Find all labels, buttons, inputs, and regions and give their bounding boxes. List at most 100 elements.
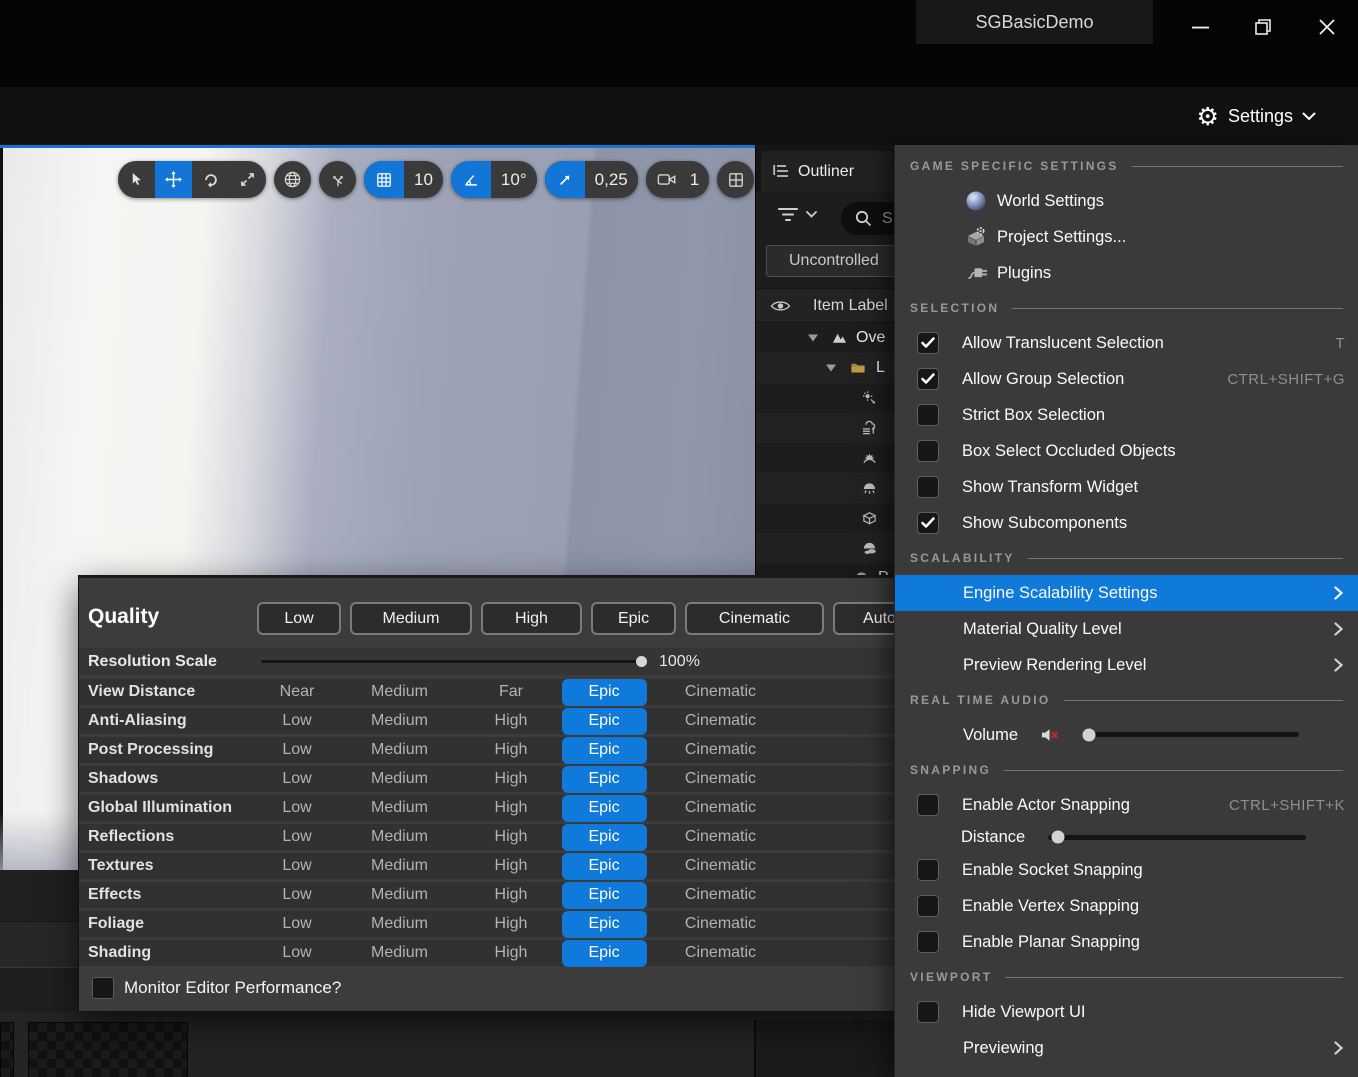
- selected-quality-button[interactable]: Epic: [562, 679, 647, 706]
- checkbox[interactable]: [917, 368, 939, 390]
- checkbox[interactable]: [917, 440, 939, 462]
- checkbox[interactable]: [917, 512, 939, 534]
- quality-option-textures-medium[interactable]: Medium: [337, 853, 462, 879]
- expander-arrow-icon[interactable]: [826, 365, 836, 372]
- menu-item-allow-translucent-selection[interactable]: Allow Translucent SelectionT: [895, 325, 1358, 361]
- quality-option-shading-low[interactable]: Low: [257, 940, 337, 966]
- window-title-tab[interactable]: SGBasicDemo: [916, 0, 1153, 44]
- expander-arrow-icon[interactable]: [808, 335, 818, 342]
- quality-option-reflections-cinematic[interactable]: Cinematic: [648, 824, 793, 850]
- checkbox[interactable]: [92, 977, 114, 999]
- quality-option-textures-high[interactable]: High: [462, 853, 560, 879]
- checkbox[interactable]: [917, 332, 939, 354]
- quality-option-effects-cinematic[interactable]: Cinematic: [648, 882, 793, 908]
- scale-snap-value[interactable]: 0,25: [585, 161, 638, 198]
- camera-speed-button[interactable]: [646, 161, 688, 198]
- asset-thumbnail[interactable]: [0, 1022, 14, 1077]
- menu-item-enable-actor-snapping[interactable]: Enable Actor SnappingCTRL+SHIFT+K: [895, 787, 1358, 823]
- quality-option-reflections-high[interactable]: High: [462, 824, 560, 850]
- selected-quality-button[interactable]: Epic: [562, 940, 647, 967]
- close-button[interactable]: [1311, 13, 1343, 41]
- checkbox[interactable]: [917, 1001, 939, 1023]
- quality-option-global-illumination-medium[interactable]: Medium: [337, 795, 462, 821]
- selected-quality-button[interactable]: Epic: [562, 766, 647, 793]
- quality-option-shadows-high[interactable]: High: [462, 766, 560, 792]
- menu-item-plugins[interactable]: Plugins: [895, 255, 1358, 291]
- quality-option-shadows-medium[interactable]: Medium: [337, 766, 462, 792]
- select-tool-button[interactable]: [118, 161, 155, 198]
- preset-button-cinematic[interactable]: Cinematic: [685, 602, 824, 635]
- maximize-viewport-button[interactable]: [717, 161, 754, 198]
- quality-option-view-distance-medium[interactable]: Medium: [337, 679, 462, 705]
- rotate-tool-button[interactable]: [192, 161, 229, 198]
- preset-button-medium[interactable]: Medium: [350, 602, 472, 635]
- minimize-button[interactable]: [1184, 13, 1216, 41]
- menu-item-enable-planar-snapping[interactable]: Enable Planar Snapping: [895, 924, 1358, 960]
- menu-item-previewing[interactable]: Previewing: [895, 1030, 1358, 1066]
- settings-button[interactable]: ⚙ Settings: [1197, 87, 1316, 145]
- quality-option-foliage-cinematic[interactable]: Cinematic: [648, 911, 793, 937]
- restore-button[interactable]: [1247, 13, 1279, 41]
- quality-option-textures-cinematic[interactable]: Cinematic: [648, 853, 793, 879]
- selected-quality-button[interactable]: Epic: [562, 911, 647, 938]
- camera-speed-value[interactable]: 1: [688, 161, 709, 198]
- selected-quality-button[interactable]: Epic: [562, 795, 647, 822]
- quality-option-post-processing-epic[interactable]: Epic: [560, 737, 648, 763]
- quality-option-global-illumination-high[interactable]: High: [462, 795, 560, 821]
- quality-option-foliage-epic[interactable]: Epic: [560, 911, 648, 937]
- slider-handle[interactable]: [1083, 728, 1096, 741]
- quality-option-global-illumination-cinematic[interactable]: Cinematic: [648, 795, 793, 821]
- scale-tool-button[interactable]: [229, 161, 266, 198]
- menu-item-enable-socket-snapping[interactable]: Enable Socket Snapping: [895, 852, 1358, 888]
- selected-quality-button[interactable]: Epic: [562, 824, 647, 851]
- quality-option-post-processing-cinematic[interactable]: Cinematic: [648, 737, 793, 763]
- quality-option-effects-high[interactable]: High: [462, 882, 560, 908]
- preset-button-epic[interactable]: Epic: [591, 602, 676, 635]
- distance-slider[interactable]: [1048, 835, 1306, 840]
- quality-option-view-distance-cinematic[interactable]: Cinematic: [648, 679, 793, 705]
- preset-button-high[interactable]: High: [481, 602, 582, 635]
- menu-item-show-transform-widget[interactable]: Show Transform Widget: [895, 469, 1358, 505]
- menu-item-world-settings[interactable]: World Settings: [895, 183, 1358, 219]
- menu-item-box-select-occluded-objects[interactable]: Box Select Occluded Objects: [895, 433, 1358, 469]
- quality-option-shadows-epic[interactable]: Epic: [560, 766, 648, 792]
- quality-option-foliage-high[interactable]: High: [462, 911, 560, 937]
- surface-snapping-button[interactable]: [319, 161, 356, 198]
- checkbox[interactable]: [917, 931, 939, 953]
- menu-item-show-subcomponents[interactable]: Show Subcomponents: [895, 505, 1358, 541]
- quality-option-shading-cinematic[interactable]: Cinematic: [648, 940, 793, 966]
- quality-option-shadows-low[interactable]: Low: [257, 766, 337, 792]
- checkbox[interactable]: [917, 794, 939, 816]
- asset-view-pane[interactable]: [754, 1020, 897, 1077]
- quality-option-effects-medium[interactable]: Medium: [337, 882, 462, 908]
- quality-option-anti-aliasing-medium[interactable]: Medium: [337, 708, 462, 734]
- eye-icon[interactable]: [770, 299, 791, 313]
- quality-option-anti-aliasing-low[interactable]: Low: [257, 708, 337, 734]
- menu-item-material-quality-level[interactable]: Material Quality Level: [895, 611, 1358, 647]
- quality-option-foliage-low[interactable]: Low: [257, 911, 337, 937]
- menu-item-distance[interactable]: Distance: [895, 823, 1358, 852]
- checkbox[interactable]: [917, 895, 939, 917]
- tab-outliner[interactable]: Outliner: [761, 151, 893, 192]
- resolution-scale-slider-handle[interactable]: [636, 656, 647, 667]
- move-tool-button[interactable]: [155, 161, 192, 198]
- menu-item-enable-vertex-snapping[interactable]: Enable Vertex Snapping: [895, 888, 1358, 924]
- selected-quality-button[interactable]: Epic: [562, 882, 647, 909]
- quality-option-shading-epic[interactable]: Epic: [560, 940, 648, 966]
- quality-option-anti-aliasing-high[interactable]: High: [462, 708, 560, 734]
- quality-option-view-distance-near[interactable]: Near: [257, 679, 337, 705]
- rotation-snap-value[interactable]: 10°: [491, 161, 537, 198]
- quality-option-reflections-low[interactable]: Low: [257, 824, 337, 850]
- menu-item-strict-box-selection[interactable]: Strict Box Selection: [895, 397, 1358, 433]
- grid-snap-value[interactable]: 10: [404, 161, 443, 198]
- checkbox[interactable]: [917, 404, 939, 426]
- quality-option-reflections-medium[interactable]: Medium: [337, 824, 462, 850]
- outliner-filter-button[interactable]: [778, 207, 817, 222]
- quality-option-global-illumination-epic[interactable]: Epic: [560, 795, 648, 821]
- quality-option-effects-epic[interactable]: Epic: [560, 882, 648, 908]
- quality-option-shading-high[interactable]: High: [462, 940, 560, 966]
- menu-item-project-settings[interactable]: Project Settings...: [895, 219, 1358, 255]
- world-local-coordinate-button[interactable]: [274, 161, 311, 198]
- monitor-performance-row[interactable]: Monitor Editor Performance?: [92, 975, 341, 1001]
- menu-item-volume[interactable]: Volume: [895, 717, 1358, 753]
